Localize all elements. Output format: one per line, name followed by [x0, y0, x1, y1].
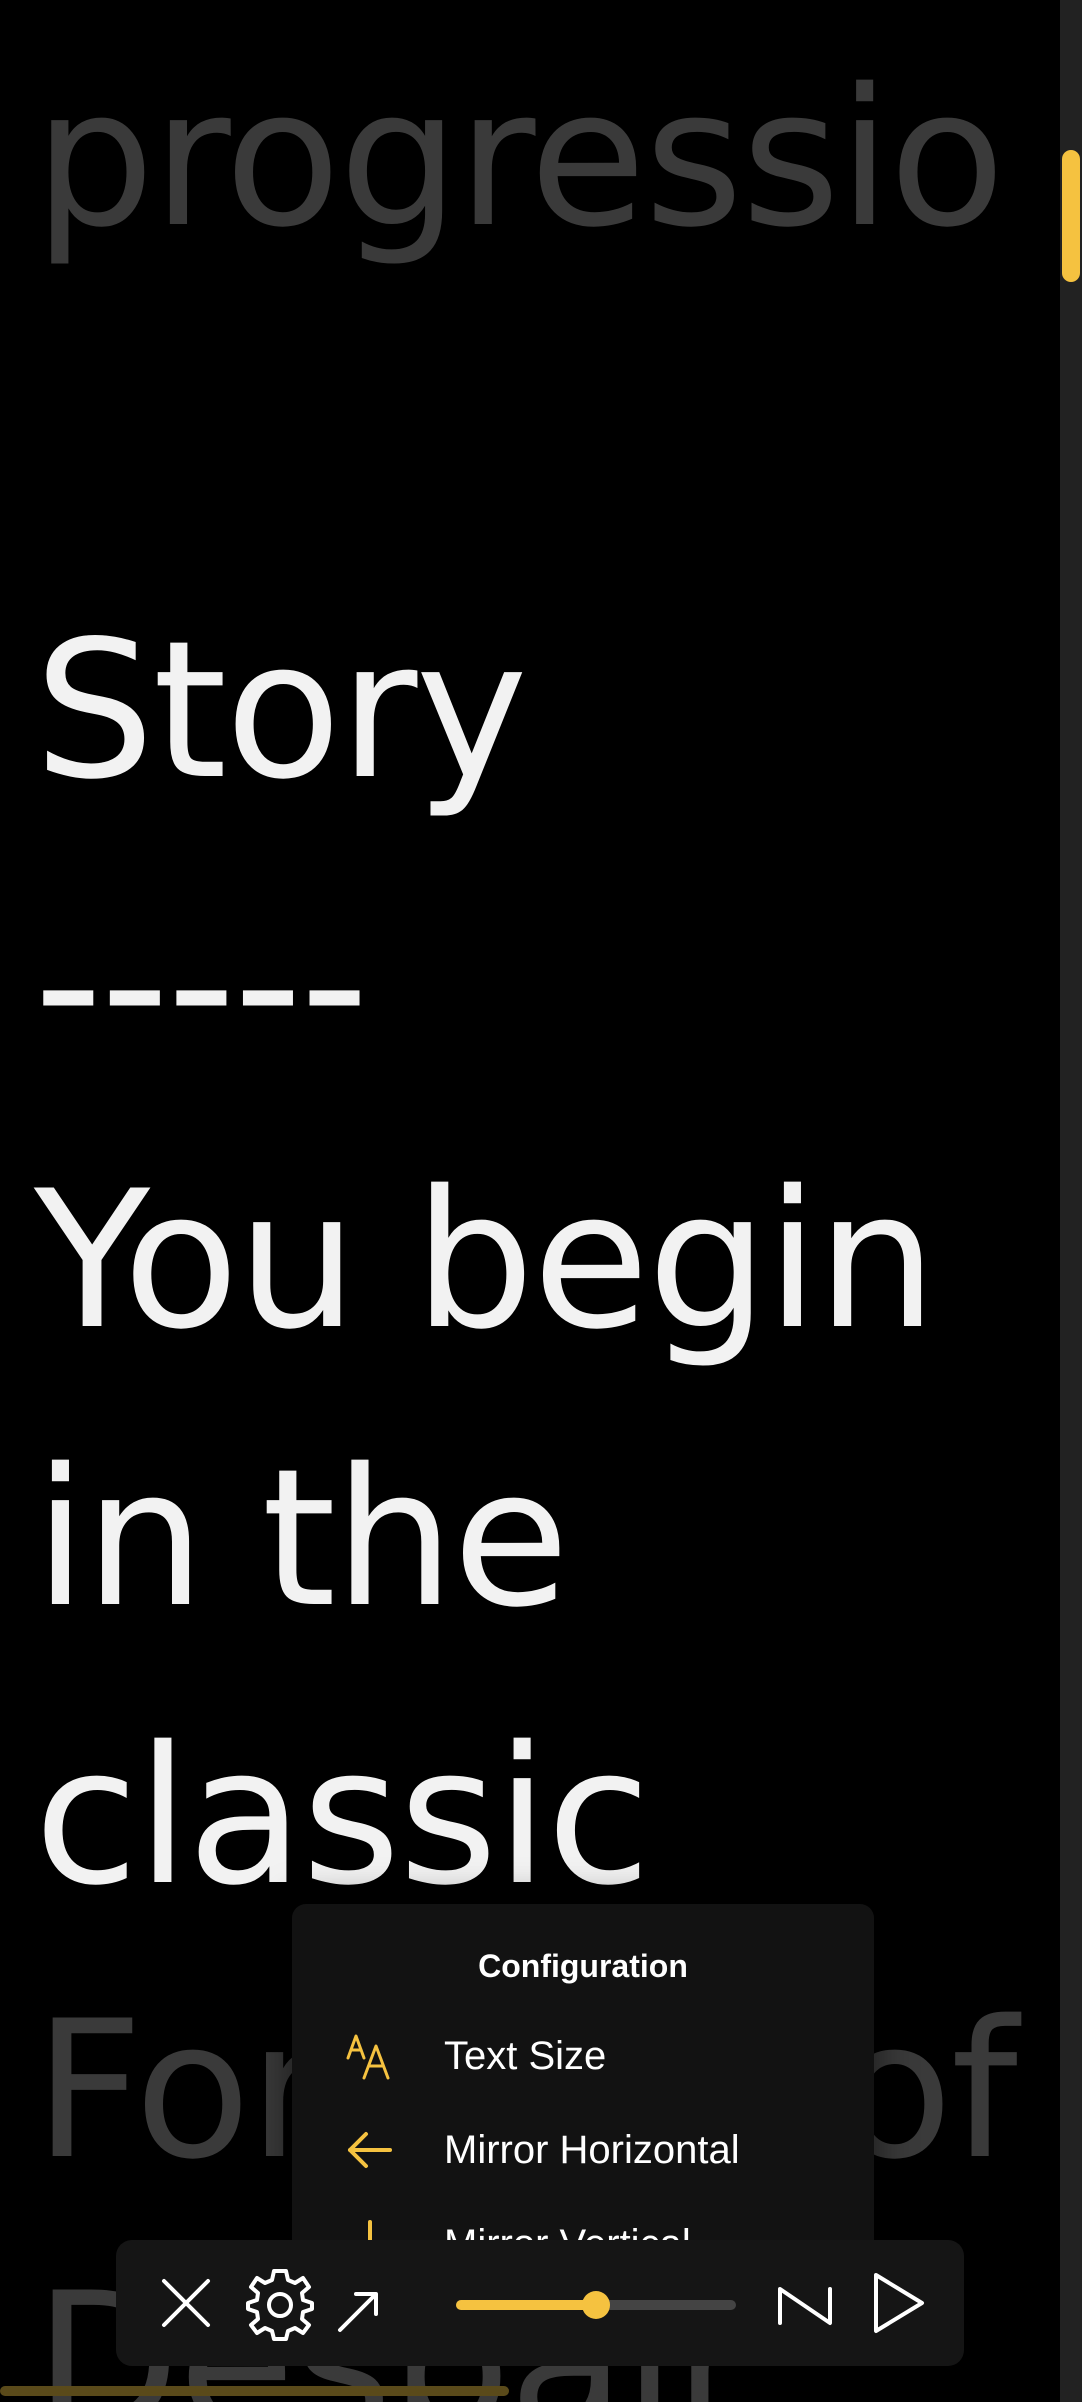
script-progress-fill [0, 2386, 509, 2396]
gear-icon[interactable] [240, 2263, 320, 2343]
script-line: in the [34, 1428, 569, 1649]
script-line: You begin [34, 1150, 937, 1371]
menu-item-mirror-horizontal[interactable]: Mirror Horizontal [292, 2110, 874, 2190]
script-line: ----- [34, 874, 369, 1095]
script-line: progressio [34, 48, 1005, 269]
speed-slider[interactable] [456, 2291, 736, 2319]
play-icon[interactable] [856, 2263, 936, 2343]
expand-icon[interactable] [328, 2280, 388, 2340]
menu-item-label: Mirror Horizontal [444, 2127, 740, 2172]
script-line: Story [34, 600, 528, 821]
menu-item-label: Text Size [444, 2033, 607, 2078]
playback-toolbar [116, 2240, 964, 2366]
script-line: classic [34, 1706, 651, 1927]
arrow-left-icon [348, 2132, 392, 2168]
scrollbar[interactable] [1060, 0, 1082, 2402]
speed-slider-fill [456, 2300, 596, 2310]
script-progress-bar [0, 2386, 1060, 2396]
close-icon[interactable] [146, 2263, 226, 2343]
text-size-icon [346, 2034, 390, 2080]
configuration-title: Configuration [478, 1948, 688, 1984]
scrollbar-thumb[interactable] [1062, 150, 1080, 282]
menu-item-text-size[interactable]: Text Size [292, 2016, 874, 2096]
flip-icon[interactable] [766, 2263, 846, 2343]
speed-slider-handle[interactable] [582, 2291, 610, 2319]
